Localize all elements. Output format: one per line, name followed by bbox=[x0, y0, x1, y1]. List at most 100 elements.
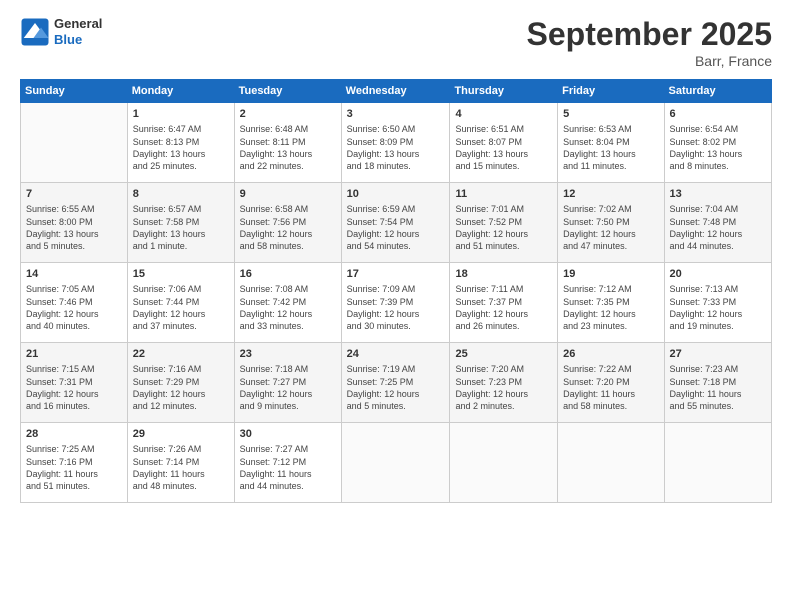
day-number: 1 bbox=[133, 107, 229, 122]
day-number: 24 bbox=[347, 347, 445, 362]
day-header-saturday: Saturday bbox=[664, 80, 771, 103]
calendar-cell bbox=[341, 423, 450, 503]
calendar-cell: 26Sunrise: 7:22 AM Sunset: 7:20 PM Dayli… bbox=[558, 343, 664, 423]
calendar-cell: 14Sunrise: 7:05 AM Sunset: 7:46 PM Dayli… bbox=[21, 263, 128, 343]
cell-info: Sunrise: 7:13 AM Sunset: 7:33 PM Dayligh… bbox=[670, 283, 766, 332]
calendar-cell bbox=[21, 103, 128, 183]
logo: General Blue bbox=[20, 16, 102, 47]
day-header-sunday: Sunday bbox=[21, 80, 128, 103]
calendar-cell: 10Sunrise: 6:59 AM Sunset: 7:54 PM Dayli… bbox=[341, 183, 450, 263]
calendar-cell: 18Sunrise: 7:11 AM Sunset: 7:37 PM Dayli… bbox=[450, 263, 558, 343]
day-number: 26 bbox=[563, 347, 658, 362]
calendar-cell: 19Sunrise: 7:12 AM Sunset: 7:35 PM Dayli… bbox=[558, 263, 664, 343]
calendar-cell: 12Sunrise: 7:02 AM Sunset: 7:50 PM Dayli… bbox=[558, 183, 664, 263]
day-header-thursday: Thursday bbox=[450, 80, 558, 103]
day-number: 18 bbox=[455, 267, 552, 282]
calendar-cell: 8Sunrise: 6:57 AM Sunset: 7:58 PM Daylig… bbox=[127, 183, 234, 263]
logo-blue: Blue bbox=[54, 32, 102, 48]
logo-text: General Blue bbox=[54, 16, 102, 47]
cell-info: Sunrise: 7:01 AM Sunset: 7:52 PM Dayligh… bbox=[455, 203, 552, 252]
calendar-cell: 9Sunrise: 6:58 AM Sunset: 7:56 PM Daylig… bbox=[234, 183, 341, 263]
day-number: 4 bbox=[455, 107, 552, 122]
calendar-cell: 27Sunrise: 7:23 AM Sunset: 7:18 PM Dayli… bbox=[664, 343, 771, 423]
cell-info: Sunrise: 7:09 AM Sunset: 7:39 PM Dayligh… bbox=[347, 283, 445, 332]
cell-info: Sunrise: 7:23 AM Sunset: 7:18 PM Dayligh… bbox=[670, 363, 766, 412]
day-number: 23 bbox=[240, 347, 336, 362]
day-header-friday: Friday bbox=[558, 80, 664, 103]
calendar-header: SundayMondayTuesdayWednesdayThursdayFrid… bbox=[21, 80, 772, 103]
calendar-cell: 2Sunrise: 6:48 AM Sunset: 8:11 PM Daylig… bbox=[234, 103, 341, 183]
day-number: 19 bbox=[563, 267, 658, 282]
cell-info: Sunrise: 7:19 AM Sunset: 7:25 PM Dayligh… bbox=[347, 363, 445, 412]
cell-info: Sunrise: 7:26 AM Sunset: 7:14 PM Dayligh… bbox=[133, 443, 229, 492]
day-number: 14 bbox=[26, 267, 122, 282]
page: General Blue September 2025 Barr, France… bbox=[0, 0, 792, 612]
day-number: 9 bbox=[240, 187, 336, 202]
cell-info: Sunrise: 7:06 AM Sunset: 7:44 PM Dayligh… bbox=[133, 283, 229, 332]
calendar-cell: 15Sunrise: 7:06 AM Sunset: 7:44 PM Dayli… bbox=[127, 263, 234, 343]
cell-info: Sunrise: 6:51 AM Sunset: 8:07 PM Dayligh… bbox=[455, 123, 552, 172]
cell-info: Sunrise: 7:05 AM Sunset: 7:46 PM Dayligh… bbox=[26, 283, 122, 332]
cell-info: Sunrise: 7:12 AM Sunset: 7:35 PM Dayligh… bbox=[563, 283, 658, 332]
title-block: September 2025 Barr, France bbox=[527, 16, 772, 69]
calendar-cell bbox=[664, 423, 771, 503]
calendar-cell: 28Sunrise: 7:25 AM Sunset: 7:16 PM Dayli… bbox=[21, 423, 128, 503]
cell-info: Sunrise: 7:16 AM Sunset: 7:29 PM Dayligh… bbox=[133, 363, 229, 412]
calendar-cell: 16Sunrise: 7:08 AM Sunset: 7:42 PM Dayli… bbox=[234, 263, 341, 343]
day-number: 20 bbox=[670, 267, 766, 282]
day-number: 7 bbox=[26, 187, 122, 202]
header-row: SundayMondayTuesdayWednesdayThursdayFrid… bbox=[21, 80, 772, 103]
calendar-cell: 11Sunrise: 7:01 AM Sunset: 7:52 PM Dayli… bbox=[450, 183, 558, 263]
day-number: 21 bbox=[26, 347, 122, 362]
day-number: 30 bbox=[240, 427, 336, 442]
calendar-cell: 24Sunrise: 7:19 AM Sunset: 7:25 PM Dayli… bbox=[341, 343, 450, 423]
location: Barr, France bbox=[527, 53, 772, 69]
calendar-cell: 23Sunrise: 7:18 AM Sunset: 7:27 PM Dayli… bbox=[234, 343, 341, 423]
cell-info: Sunrise: 6:57 AM Sunset: 7:58 PM Dayligh… bbox=[133, 203, 229, 252]
cell-info: Sunrise: 6:50 AM Sunset: 8:09 PM Dayligh… bbox=[347, 123, 445, 172]
calendar-cell: 20Sunrise: 7:13 AM Sunset: 7:33 PM Dayli… bbox=[664, 263, 771, 343]
day-number: 11 bbox=[455, 187, 552, 202]
calendar-cell: 30Sunrise: 7:27 AM Sunset: 7:12 PM Dayli… bbox=[234, 423, 341, 503]
calendar-cell: 21Sunrise: 7:15 AM Sunset: 7:31 PM Dayli… bbox=[21, 343, 128, 423]
day-number: 16 bbox=[240, 267, 336, 282]
logo-icon bbox=[20, 17, 50, 47]
day-number: 15 bbox=[133, 267, 229, 282]
day-number: 29 bbox=[133, 427, 229, 442]
calendar-cell: 29Sunrise: 7:26 AM Sunset: 7:14 PM Dayli… bbox=[127, 423, 234, 503]
calendar-body: 1Sunrise: 6:47 AM Sunset: 8:13 PM Daylig… bbox=[21, 103, 772, 503]
cell-info: Sunrise: 6:53 AM Sunset: 8:04 PM Dayligh… bbox=[563, 123, 658, 172]
cell-info: Sunrise: 7:25 AM Sunset: 7:16 PM Dayligh… bbox=[26, 443, 122, 492]
day-number: 8 bbox=[133, 187, 229, 202]
calendar-cell: 25Sunrise: 7:20 AM Sunset: 7:23 PM Dayli… bbox=[450, 343, 558, 423]
calendar-cell: 6Sunrise: 6:54 AM Sunset: 8:02 PM Daylig… bbox=[664, 103, 771, 183]
cell-info: Sunrise: 6:47 AM Sunset: 8:13 PM Dayligh… bbox=[133, 123, 229, 172]
cell-info: Sunrise: 6:54 AM Sunset: 8:02 PM Dayligh… bbox=[670, 123, 766, 172]
calendar: SundayMondayTuesdayWednesdayThursdayFrid… bbox=[20, 79, 772, 503]
cell-info: Sunrise: 7:15 AM Sunset: 7:31 PM Dayligh… bbox=[26, 363, 122, 412]
day-number: 25 bbox=[455, 347, 552, 362]
day-number: 6 bbox=[670, 107, 766, 122]
week-row: 28Sunrise: 7:25 AM Sunset: 7:16 PM Dayli… bbox=[21, 423, 772, 503]
day-header-monday: Monday bbox=[127, 80, 234, 103]
day-number: 28 bbox=[26, 427, 122, 442]
calendar-cell: 17Sunrise: 7:09 AM Sunset: 7:39 PM Dayli… bbox=[341, 263, 450, 343]
calendar-cell: 3Sunrise: 6:50 AM Sunset: 8:09 PM Daylig… bbox=[341, 103, 450, 183]
week-row: 14Sunrise: 7:05 AM Sunset: 7:46 PM Dayli… bbox=[21, 263, 772, 343]
calendar-cell bbox=[450, 423, 558, 503]
cell-info: Sunrise: 7:02 AM Sunset: 7:50 PM Dayligh… bbox=[563, 203, 658, 252]
calendar-cell: 22Sunrise: 7:16 AM Sunset: 7:29 PM Dayli… bbox=[127, 343, 234, 423]
week-row: 21Sunrise: 7:15 AM Sunset: 7:31 PM Dayli… bbox=[21, 343, 772, 423]
month-title: September 2025 bbox=[527, 16, 772, 53]
day-number: 10 bbox=[347, 187, 445, 202]
cell-info: Sunrise: 6:48 AM Sunset: 8:11 PM Dayligh… bbox=[240, 123, 336, 172]
calendar-cell bbox=[558, 423, 664, 503]
week-row: 1Sunrise: 6:47 AM Sunset: 8:13 PM Daylig… bbox=[21, 103, 772, 183]
cell-info: Sunrise: 6:58 AM Sunset: 7:56 PM Dayligh… bbox=[240, 203, 336, 252]
day-number: 27 bbox=[670, 347, 766, 362]
day-header-tuesday: Tuesday bbox=[234, 80, 341, 103]
calendar-cell: 5Sunrise: 6:53 AM Sunset: 8:04 PM Daylig… bbox=[558, 103, 664, 183]
day-header-wednesday: Wednesday bbox=[341, 80, 450, 103]
calendar-cell: 1Sunrise: 6:47 AM Sunset: 8:13 PM Daylig… bbox=[127, 103, 234, 183]
cell-info: Sunrise: 6:55 AM Sunset: 8:00 PM Dayligh… bbox=[26, 203, 122, 252]
